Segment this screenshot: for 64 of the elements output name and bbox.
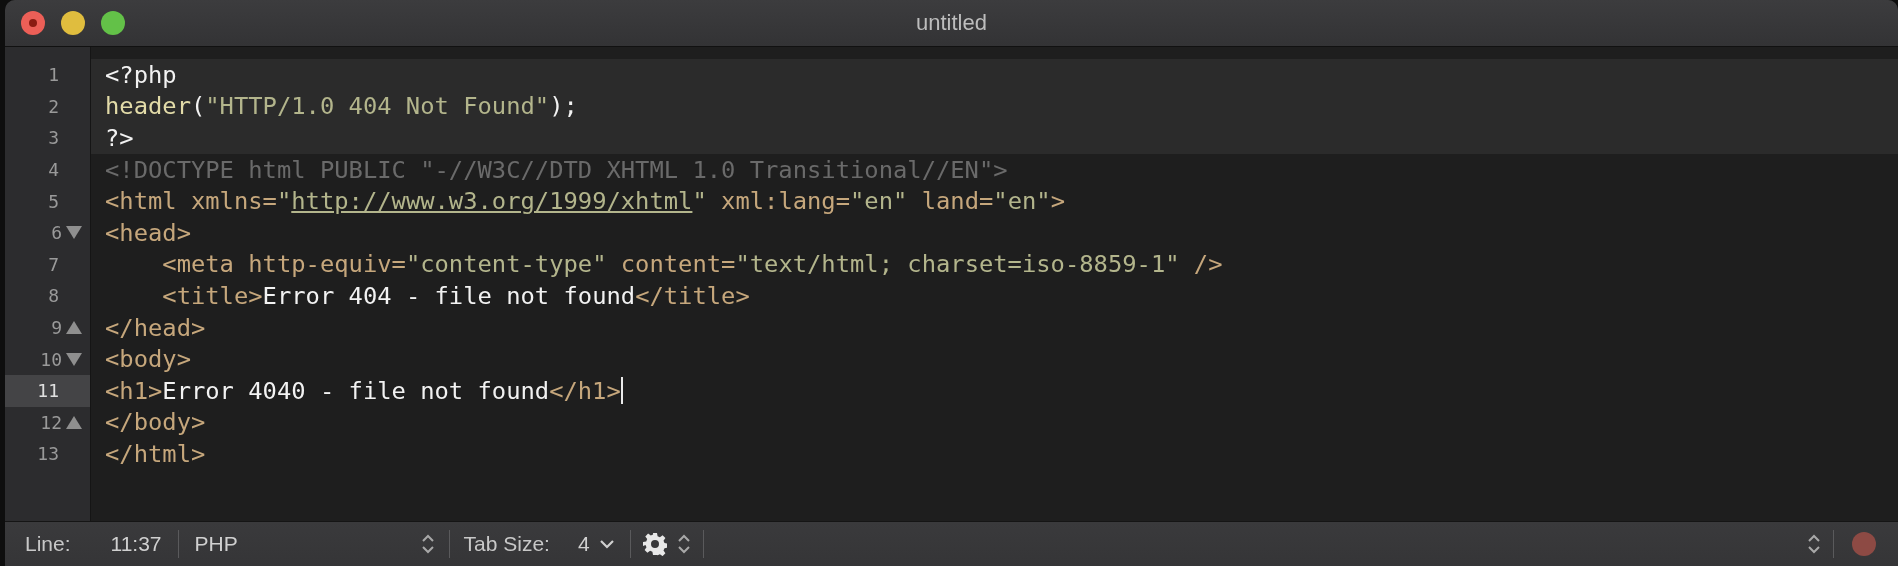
code-text: <!DOCTYPE html PUBLIC "-//W3C//DTD XHTML 1.0 Transitional//EN"> xyxy=(105,155,1008,184)
code-text: ?> xyxy=(105,124,134,152)
code-text: Error 404 - file not found xyxy=(262,281,636,310)
code-text: land= xyxy=(920,187,994,216)
code-text: content= xyxy=(619,250,736,279)
syntax-dropdown[interactable]: PHP xyxy=(190,532,439,556)
code-text: > xyxy=(1050,187,1065,216)
chevron-down-icon xyxy=(599,539,614,549)
fold-triangle-icon[interactable] xyxy=(66,352,82,366)
fold-triangle-icon[interactable] xyxy=(66,415,82,429)
text-cursor xyxy=(620,377,623,405)
code-text: </body> xyxy=(105,408,206,437)
fold-triangle-icon[interactable] xyxy=(66,226,82,240)
code-text: "text/html; charset=iso-8859-1" xyxy=(735,250,1180,279)
line-number: 3 xyxy=(48,127,59,149)
code-text: "en" xyxy=(993,187,1051,216)
line-number: 1 xyxy=(48,64,59,86)
code-text: ( xyxy=(190,92,206,121)
code-text: ); xyxy=(549,92,578,121)
line-number: 9 xyxy=(51,317,62,339)
cursor-position: 11:37 xyxy=(110,532,162,556)
code-text: Error 4040 - file not found xyxy=(162,376,550,405)
code-text: <html xmlns= xyxy=(105,187,277,216)
code-text: header xyxy=(105,92,191,121)
settings-icon xyxy=(642,532,667,556)
code-text: xml:lang= xyxy=(720,187,851,216)
line-number: 4 xyxy=(48,159,59,181)
code-text: <?php xyxy=(105,60,177,89)
code-text: <body> xyxy=(105,345,191,374)
line-number: 6 xyxy=(51,222,62,244)
line-number: 13 xyxy=(37,443,59,465)
window-title: untitled xyxy=(916,10,987,35)
fold-triangle-icon[interactable] xyxy=(66,321,82,335)
code-link[interactable]: http://www.w3.org/1999/xhtml xyxy=(291,187,693,216)
code-text: <title> xyxy=(161,281,263,310)
code-text: "content-type" xyxy=(405,250,607,279)
zoom-window-button[interactable] xyxy=(101,11,125,35)
line-number: 10 xyxy=(40,348,62,370)
tab-size-label: Tab Size: xyxy=(463,532,550,556)
code-text: </html> xyxy=(105,439,206,468)
minimize-window-button[interactable] xyxy=(61,11,85,35)
code-text: <head> xyxy=(105,218,191,247)
line-number: 12 xyxy=(40,411,62,433)
code-text: <meta http-equiv= xyxy=(161,250,406,279)
code-text: </title> xyxy=(635,281,750,310)
up-down-icon xyxy=(1807,533,1821,555)
line-number: 5 xyxy=(48,190,59,212)
line-number: 2 xyxy=(48,95,59,117)
tab-size-dropdown[interactable]: 4 xyxy=(573,532,618,556)
up-down-icon xyxy=(420,533,435,555)
code-text: /> xyxy=(1192,250,1223,279)
code-text: </head> xyxy=(105,313,206,342)
code-text: </h1> xyxy=(549,376,621,405)
code-text: "HTTP/1.0 404 Not Found" xyxy=(205,92,550,121)
line-number: 8 xyxy=(48,285,59,307)
up-down-icon xyxy=(676,533,691,555)
line-number: 11 xyxy=(37,380,59,402)
code-text: <h1> xyxy=(105,376,163,405)
code-text: " xyxy=(692,187,707,216)
line-number: 7 xyxy=(48,253,59,275)
line-label: Line: xyxy=(25,532,71,556)
close-window-button[interactable] xyxy=(21,11,45,35)
code-text: " xyxy=(276,187,292,216)
code-text: "en" xyxy=(850,187,908,216)
